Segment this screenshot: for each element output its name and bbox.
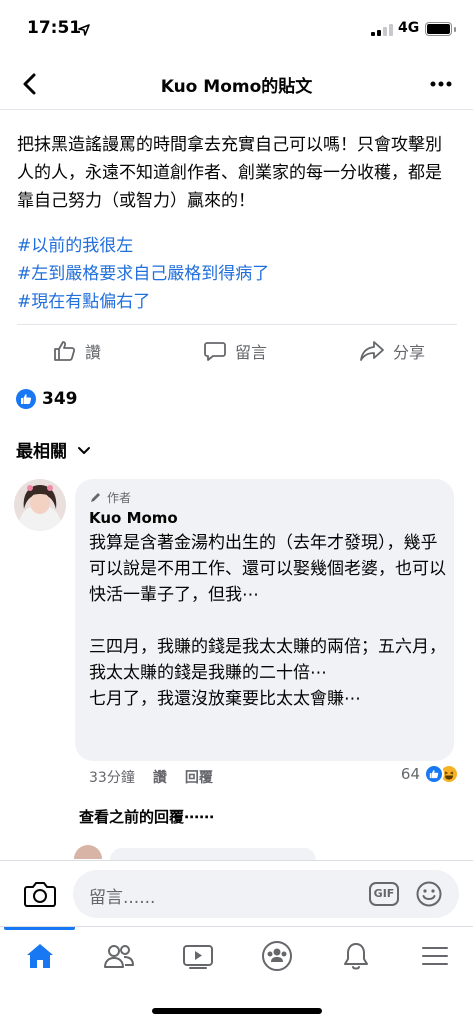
comment-composer: 留言...... GIF [0, 860, 473, 926]
home-indicator [152, 1008, 322, 1014]
status-time: 17:51 [27, 18, 82, 38]
share-icon [360, 341, 384, 361]
comment-input[interactable]: 留言...... GIF [73, 870, 459, 918]
tab-menu[interactable] [395, 927, 473, 985]
post-action-bar: 讚 留言 分享 [17, 324, 457, 376]
author-badge-label: 作者 [107, 491, 132, 505]
comment-bubble[interactable]: 作者 Kuo Momo 我算是含著金湯杓出生的（去年才發現），幾乎可以說是不用工… [75, 479, 454, 761]
hashtag-link[interactable]: #現在有點偏右了 [17, 288, 457, 316]
tab-groups[interactable] [237, 927, 316, 985]
menu-icon [421, 947, 448, 965]
friends-icon [103, 945, 134, 968]
more-options-icon[interactable] [427, 70, 455, 98]
reply-avatar[interactable] [74, 845, 102, 859]
comment-icon [204, 342, 226, 361]
watch-icon [182, 945, 213, 969]
pen-icon [91, 493, 100, 502]
notifications-icon [343, 943, 368, 970]
chevron-down-icon [78, 446, 90, 454]
like-reaction-icon [424, 764, 444, 784]
share-label: 分享 [393, 343, 426, 362]
like-reaction-icon [16, 389, 36, 409]
like-label: 讚 [85, 343, 102, 362]
comment-meta: 33分鐘 讚 回覆 [89, 767, 213, 787]
comment-author-name[interactable]: Kuo Momo [89, 509, 178, 527]
tab-friends[interactable] [79, 927, 158, 985]
comment-input-placeholder: 留言...... [89, 888, 156, 908]
comment-reaction-count: 64 [400, 765, 420, 783]
emoji-icon[interactable] [415, 880, 443, 908]
comment-like-button[interactable]: 讚 [153, 767, 167, 787]
sort-label: 最相關 [16, 442, 67, 462]
reactions-summary[interactable]: 349 [16, 389, 78, 409]
tab-home[interactable] [0, 927, 79, 985]
gif-icon[interactable]: GIF [369, 882, 399, 906]
signal-icon [371, 24, 393, 36]
groups-icon [261, 941, 292, 971]
tab-watch[interactable] [158, 927, 237, 985]
comment-sort-dropdown[interactable]: 最相關 [16, 437, 91, 462]
like-button[interactable]: 讚 [53, 325, 101, 377]
comment-time: 33分鐘 [89, 770, 135, 786]
hashtag-list: #以前的我很左 #左到嚴格要求自己嚴格到得病了 #現在有點偏右了 [17, 232, 457, 316]
location-arrow-icon [78, 21, 90, 40]
share-button[interactable]: 分享 [359, 325, 425, 377]
reaction-count: 349 [42, 389, 78, 409]
author-badge: 作者 [89, 489, 131, 506]
battery-icon [425, 22, 456, 36]
comment-reply-button[interactable]: 回覆 [185, 767, 213, 787]
comment-button[interactable]: 留言 [203, 325, 267, 377]
camera-icon[interactable] [23, 878, 57, 910]
avatar[interactable] [14, 479, 66, 531]
reply-bubble[interactable] [110, 848, 316, 860]
comment-label: 留言 [235, 343, 268, 362]
page-title: Kuo Momo的貼文 [160, 77, 313, 97]
tab-notifications[interactable] [316, 927, 395, 985]
thumbs-up-icon [54, 341, 76, 361]
hashtag-link[interactable]: #以前的我很左 [17, 232, 457, 260]
status-bar: 17:51 4G [0, 0, 473, 58]
view-previous-replies[interactable]: 查看之前的回覆⋯⋯ [79, 806, 214, 827]
post-header: Kuo Momo的貼文 [0, 58, 473, 110]
comment-reactions[interactable]: 64 [401, 764, 459, 784]
comment-text: 我算是含著金湯杓出生的（去年才發現），幾乎可以說是不用工作、還可以娶幾個老婆，也… [89, 533, 446, 709]
hashtag-link[interactable]: #左到嚴格要求自己嚴格到得病了 [17, 260, 457, 288]
network-label: 4G [398, 20, 420, 36]
home-icon [26, 944, 53, 968]
post-text: 把抹黑造謠謾罵的時間拿去充實自己可以嗎！只會攻擊別人的人，永遠不知道創作者、創業… [17, 135, 442, 211]
